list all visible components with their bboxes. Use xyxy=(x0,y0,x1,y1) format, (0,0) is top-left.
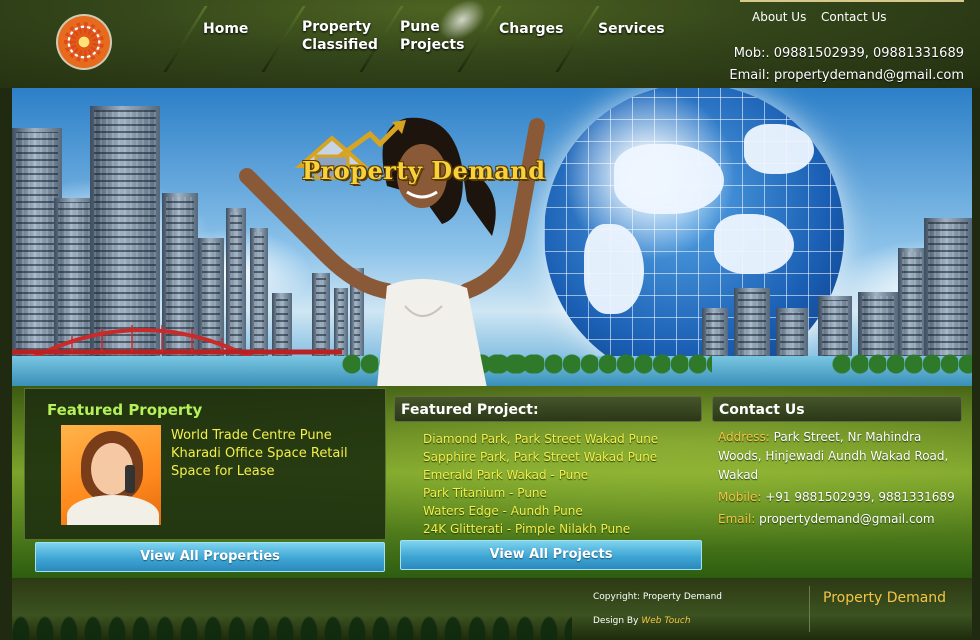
contact-title: Contact Us xyxy=(719,402,805,418)
site-header: Home Property Classified Pune Projects C… xyxy=(0,0,980,88)
contact-mobile: Mobile: +91 9881502939, 9881331689 xyxy=(718,488,966,507)
featured-property-panel: Featured Property World Trade Centre Pun… xyxy=(24,388,386,540)
design-credit: Design By Web Touch xyxy=(593,616,691,626)
featured-property-link[interactable]: World Trade Centre Pune Kharadi Office S… xyxy=(171,427,371,481)
contact-email: Email: propertydemand@gmail.com xyxy=(718,510,966,529)
brand-title: Property Demand xyxy=(302,156,546,185)
featured-property-photo[interactable] xyxy=(61,425,161,525)
project-item[interactable]: Emerald Park Wakad - Pune xyxy=(423,466,658,484)
project-item[interactable]: Waters Edge - Aundh Pune xyxy=(423,502,658,520)
featured-project-title: Featured Project: xyxy=(401,402,539,418)
contact-address: Address: Park Street, Nr Mahindra Woods,… xyxy=(718,428,966,485)
design-by-label: Design By xyxy=(593,616,639,626)
nav-pune-projects[interactable]: Pune Projects xyxy=(400,18,464,54)
email-value[interactable]: propertydemand@gmail.com xyxy=(759,512,934,526)
building xyxy=(898,248,926,368)
footer-divider xyxy=(809,586,810,632)
about-us-link[interactable]: About Us xyxy=(752,10,806,24)
project-item[interactable]: Park Titanium - Pune xyxy=(423,484,658,502)
featured-property-title: Featured Property xyxy=(47,401,203,419)
footer-brand: Property Demand xyxy=(823,590,947,606)
top-links: About Us Contact Us xyxy=(740,0,964,28)
email-label: Email: xyxy=(718,512,756,526)
mobile-label: Mobile: xyxy=(718,490,762,504)
footer-trees xyxy=(12,604,572,640)
featured-project-header: Featured Project: xyxy=(394,396,702,422)
content-area: Featured Property World Trade Centre Pun… xyxy=(12,386,972,578)
nav-property-classified[interactable]: Property Classified xyxy=(302,18,378,54)
view-all-properties-button[interactable]: View All Properties xyxy=(35,542,385,572)
building xyxy=(924,218,972,368)
featured-project-list: Diamond Park, Park Street Wakad Pune Sap… xyxy=(423,430,658,538)
site-logo-icon[interactable] xyxy=(58,16,110,68)
nav-charges[interactable]: Charges xyxy=(499,20,563,38)
contact-details: Address: Park Street, Nr Mahindra Woods,… xyxy=(718,428,966,529)
copyright-text: Copyright: Property Demand xyxy=(593,592,722,602)
hero-banner: Property Demand xyxy=(12,88,972,386)
designer-link[interactable]: Web Touch xyxy=(641,616,690,626)
address-label: Address: xyxy=(718,430,770,444)
project-item[interactable]: 24K Glitterati - Pimple Nilakh Pune xyxy=(423,520,658,538)
mobile-value: +91 9881502939, 9881331689 xyxy=(765,490,955,504)
project-item[interactable]: Diamond Park, Park Street Wakad Pune xyxy=(423,430,658,448)
trees xyxy=(832,352,972,374)
project-item[interactable]: Sapphire Park, Park Street Wakad Pune xyxy=(423,448,658,466)
contact-header: Contact Us xyxy=(712,396,962,422)
nav-services[interactable]: Services xyxy=(598,20,665,38)
header-email: Email: propertydemand@gmail.com xyxy=(729,68,964,83)
view-all-projects-button[interactable]: View All Projects xyxy=(400,540,702,570)
nav-separator xyxy=(163,6,208,72)
main-nav: Home Property Classified Pune Projects C… xyxy=(163,0,690,88)
contact-us-link[interactable]: Contact Us xyxy=(821,10,887,24)
nav-home[interactable]: Home xyxy=(203,20,248,38)
header-mobile: Mob:. 09881502939, 09881331689 xyxy=(733,46,964,61)
nav-separator xyxy=(555,6,600,72)
nav-separator xyxy=(261,6,306,72)
site-footer: Copyright: Property Demand Design By Web… xyxy=(12,578,972,640)
